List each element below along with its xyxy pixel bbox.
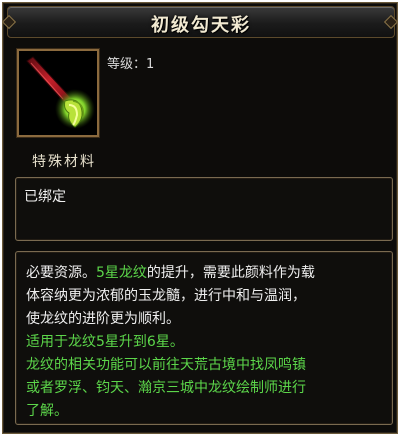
desc-line: 体容纳更为浓郁的玉龙髓，进行中和与温润，: [26, 288, 306, 304]
title-bar: 初级勾天彩: [7, 6, 395, 38]
item-icon-slot[interactable]: [17, 49, 99, 137]
desc-line: 必要资源。5星龙纹的提升，需要此颜料作为载: [26, 262, 382, 285]
item-level: 等级：1: [107, 57, 155, 72]
item-title: 初级勾天彩: [151, 15, 251, 36]
bind-status-panel: 已绑定: [15, 177, 393, 241]
description-text: 必要资源。5星龙纹的提升，需要此颜料作为载 体容纳更为浓郁的玉龙髓，进行中和与温…: [26, 262, 382, 423]
desc-usage-line: 适用于龙纹5星升到6星。: [26, 334, 184, 350]
desc-text: 的提升，需要此颜料作为载: [146, 265, 315, 281]
item-tooltip: 初级勾天彩 等级：1 特殊材料 已绑定 必要资源。5星龙纹的提升，需要此颜料作为…: [1, 2, 399, 434]
desc-highlight: 5星龙纹: [96, 265, 147, 281]
brush-icon: [19, 51, 97, 135]
description-panel: 必要资源。5星龙纹的提升，需要此颜料作为载 体容纳更为浓郁的玉龙髓，进行中和与温…: [15, 251, 393, 425]
bind-status: 已绑定: [24, 189, 66, 205]
desc-hint-line: 或者罗浮、钧天、瀚京三城中龙纹绘制师进行: [26, 380, 306, 396]
item-category: 特殊材料: [32, 154, 96, 170]
desc-hint-line: 了解。: [26, 403, 68, 419]
desc-line: 使龙纹的进阶更为顺利。: [26, 311, 180, 327]
desc-text: 必要资源。: [26, 265, 96, 281]
desc-hint-line: 龙纹的相关功能可以前往天荒古境中找凤鸣镇: [26, 357, 306, 373]
